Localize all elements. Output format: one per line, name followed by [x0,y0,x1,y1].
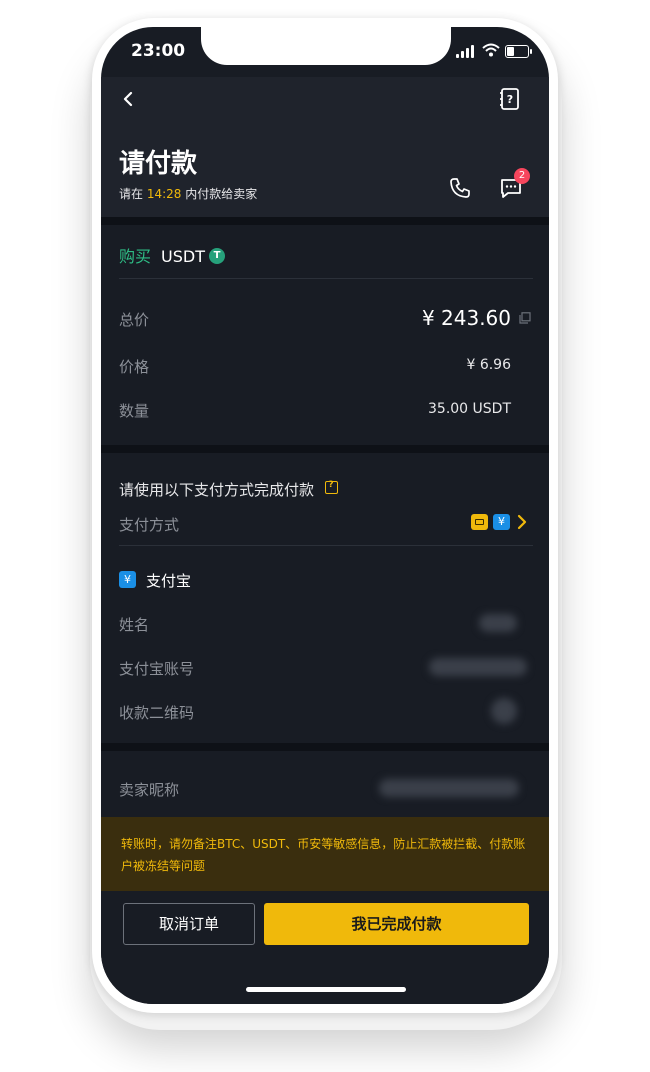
qr-code-label: 收款二维码 [119,704,195,722]
battery-icon [505,45,532,58]
payment-done-button[interactable]: 我已完成付款 [264,903,529,945]
help-icon[interactable] [325,480,338,494]
alipay-icon: ¥ [119,571,136,588]
redacted-qr-code[interactable] [491,698,517,724]
unit-price-value: ¥ 6.96 [466,357,511,373]
cellular-signal-icon [456,45,478,58]
divider [119,278,533,279]
buy-label: 购买 [119,247,152,266]
quantity-value: 35.00 USDT [428,401,511,417]
warning-text: 转账时，请勿备注BTC、USDT、币安等敏感信息，防止汇款被拦截、付款账户被冻结… [121,837,526,873]
payment-method-selector[interactable]: ¥ [471,513,531,531]
seller-card: 卖家昵称 [101,751,549,821]
deadline-suffix: 内付款给卖家 [185,187,258,201]
back-arrow-icon[interactable] [119,89,139,109]
home-indicator[interactable] [246,987,406,992]
status-time: 23:00 [131,41,186,61]
countdown-timer: 14:28 [146,187,182,201]
name-label: 姓名 [119,616,150,634]
payment-instruction: 请使用以下支付方式完成付款 [119,481,315,499]
unread-badge: 2 [514,168,530,184]
alipay-account-label: 支付宝账号 [119,660,195,678]
asset-label: USDT [161,247,205,266]
redacted-name [479,614,517,632]
tether-icon [208,248,225,264]
section-divider [101,445,549,453]
divider [119,545,533,546]
device-notch [201,27,451,65]
wifi-icon [482,43,500,57]
svg-text:?: ? [507,93,513,106]
alipay-title: 支付宝 [146,572,192,590]
payment-method-label: 支付方式 [119,516,180,534]
total-price-value: ¥ 243.60 [421,306,511,330]
redacted-seller-name [379,779,519,797]
chevron-right-icon [517,514,527,530]
copy-icon[interactable] [519,312,531,324]
unit-price-label: 价格 [119,358,150,376]
seller-nickname-label: 卖家昵称 [119,781,180,799]
deadline-prefix: 请在 [119,187,144,201]
phone-icon[interactable] [449,177,471,199]
status-bar: 23:00 [101,27,549,77]
redacted-account [429,658,527,676]
page-title: 请付款 [119,149,198,179]
section-divider [101,217,549,225]
alipay-icon: ¥ [493,514,510,530]
order-detail-icon[interactable]: ? [499,87,521,111]
cancel-order-button[interactable]: 取消订单 [123,903,255,945]
bank-card-icon [471,514,488,530]
section-divider [101,743,549,751]
order-side-row: 购买 USDT [119,243,225,267]
warning-banner: 转账时，请勿备注BTC、USDT、币安等敏感信息，防止汇款被拦截、付款账户被冻结… [101,817,549,891]
page-header: ? 请付款 请在 14:28 内付款给卖家 2 [101,77,549,217]
payment-card: 请使用以下支付方式完成付款 支付方式 ¥ ¥ 支付宝 姓名 支付宝账号 收款二维… [101,453,549,743]
app-screen: 23:00 ? 请付款 请在 14:28 内付款给卖家 2 购买 USDTT 总… [101,27,549,1004]
total-price-label: 总价 [119,311,150,329]
order-summary-card: 购买 USDT 总价 ¥ 243.60 价格 ¥ 6.96 数量 35.00 US… [101,225,549,445]
quantity-label: 数量 [119,402,150,420]
payment-deadline: 请在 14:28 内付款给卖家 [119,185,257,202]
